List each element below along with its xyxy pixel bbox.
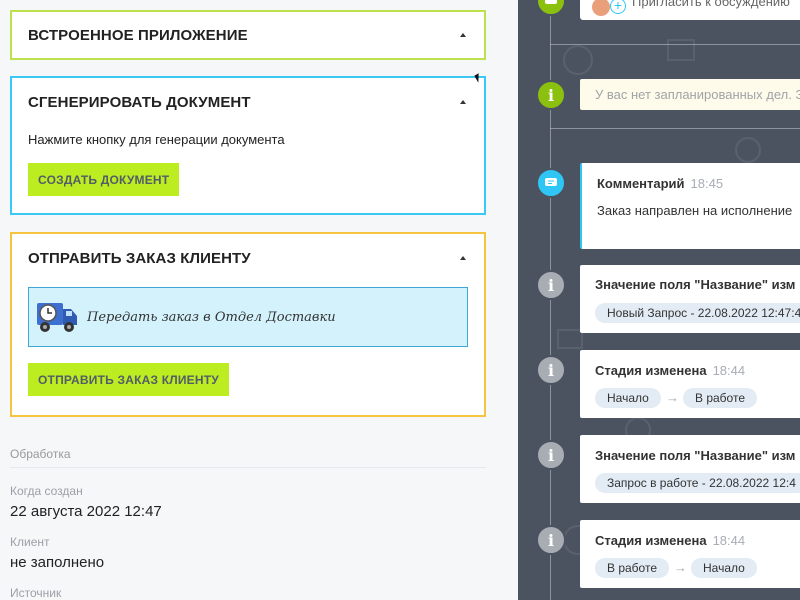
event-card[interactable]: Значение поля "Название" изм Новый Запро… xyxy=(580,265,800,333)
generate-document-header[interactable]: СГЕНЕРИРОВАТЬ ДОКУМЕНТ xyxy=(12,78,484,126)
no-tasks-text: У вас нет запланированных дел. З xyxy=(595,87,800,102)
create-document-button[interactable]: СОЗДАТЬ ДОКУМЕНТ xyxy=(28,163,180,196)
source-label: Источник xyxy=(10,586,62,600)
collapse-caret-icon[interactable] xyxy=(460,100,466,104)
collapse-caret-icon[interactable] xyxy=(460,33,466,37)
invite-text: Пригласить к обсуждению xyxy=(632,0,790,9)
delivery-truck-icon xyxy=(37,303,77,332)
send-order-title: ОТПРАВИТЬ ЗАКАЗ КЛИЕНТУ xyxy=(28,249,251,267)
no-tasks-card[interactable]: У вас нет запланированных дел. З xyxy=(580,79,800,110)
value-pill: Запрос в работе - 22.08.2022 12:4 xyxy=(595,473,800,493)
avatar xyxy=(592,0,610,16)
generate-document-hint: Нажмите кнопку для генерации документа xyxy=(28,132,285,147)
event-title: Значение поля "Название" изм xyxy=(595,448,796,463)
generate-document-card: СГЕНЕРИРОВАТЬ ДОКУМЕНТ Нажмите кнопку дл… xyxy=(10,76,486,215)
stage-to-pill: Начало xyxy=(691,558,757,578)
timeline-panel: + Пригласить к обсуждению i У вас нет за… xyxy=(518,0,800,600)
event-title: Стадия изменена 18:44 xyxy=(595,533,746,548)
embedded-app-header[interactable]: ВСТРОЕННОЕ ПРИЛОЖЕНИЕ xyxy=(12,12,484,58)
timeline-divider xyxy=(550,128,800,129)
stage-from-pill: Начало xyxy=(595,388,661,408)
delivery-option-label: Передать заказ в Отдел Доставки xyxy=(87,309,336,325)
created-value: 22 августа 2022 12:47 xyxy=(10,503,162,520)
value-pill: Новый Запрос - 22.08.2022 12:47:4 xyxy=(595,303,800,323)
stage-from-pill: В работе xyxy=(595,558,670,578)
event-card[interactable]: Стадия изменена 18:44 В работе → Начало xyxy=(580,520,800,588)
timeline-divider xyxy=(550,44,800,45)
send-order-header[interactable]: ОТПРАВИТЬ ЗАКАЗ КЛИЕНТУ xyxy=(12,234,484,282)
client-value[interactable]: не заполнено xyxy=(10,554,104,571)
info-icon: i xyxy=(536,440,566,470)
event-title: Значение поля "Название" изм xyxy=(595,277,796,292)
client-label: Клиент xyxy=(10,535,50,549)
info-icon: i xyxy=(536,525,566,555)
section-divider xyxy=(10,467,486,468)
embedded-app-title: ВСТРОЕННОЕ ПРИЛОЖЕНИЕ xyxy=(28,26,248,44)
arrow-right-icon: → xyxy=(666,390,679,405)
send-order-card: ОТПРАВИТЬ ЗАКАЗ КЛИЕНТУ Передать заказ в… xyxy=(10,232,486,417)
comment-body: Заказ направлен на исполнение xyxy=(597,203,793,218)
processing-section-label: Обработка xyxy=(10,447,71,461)
embedded-app-card: ВСТРОЕННОЕ ПРИЛОЖЕНИЕ xyxy=(10,10,486,60)
delivery-option[interactable]: Передать заказ в Отдел Доставки xyxy=(28,287,468,347)
event-card[interactable]: Стадия изменена 18:44 Начало → В работе xyxy=(580,350,800,418)
created-label: Когда создан xyxy=(10,484,83,498)
info-icon: i xyxy=(536,355,566,385)
add-icon[interactable]: + xyxy=(610,0,626,14)
send-order-button[interactable]: ОТПРАВИТЬ ЗАКАЗ КЛИЕНТУ xyxy=(28,363,229,396)
comment-card[interactable]: Комментарий 18:45 Заказ направлен на испо… xyxy=(580,163,800,249)
info-icon: i xyxy=(536,270,566,300)
generate-document-title: СГЕНЕРИРОВАТЬ ДОКУМЕНТ xyxy=(28,93,251,111)
event-title: Стадия изменена 18:44 xyxy=(595,363,746,378)
stage-to-pill: В работе xyxy=(683,388,758,408)
info-icon: i xyxy=(536,80,566,110)
collapse-caret-icon[interactable] xyxy=(460,256,466,260)
comment-title: Комментарий 18:45 xyxy=(597,176,724,191)
event-card[interactable]: Значение поля "Название" изм Запрос в ра… xyxy=(580,435,800,503)
comment-icon xyxy=(536,168,566,198)
left-panel: ВСТРОЕННОЕ ПРИЛОЖЕНИЕ СГЕНЕРИРОВАТЬ ДОКУ… xyxy=(0,0,518,600)
invite-card[interactable]: + Пригласить к обсуждению xyxy=(580,0,800,20)
arrow-right-icon: → xyxy=(674,560,687,575)
